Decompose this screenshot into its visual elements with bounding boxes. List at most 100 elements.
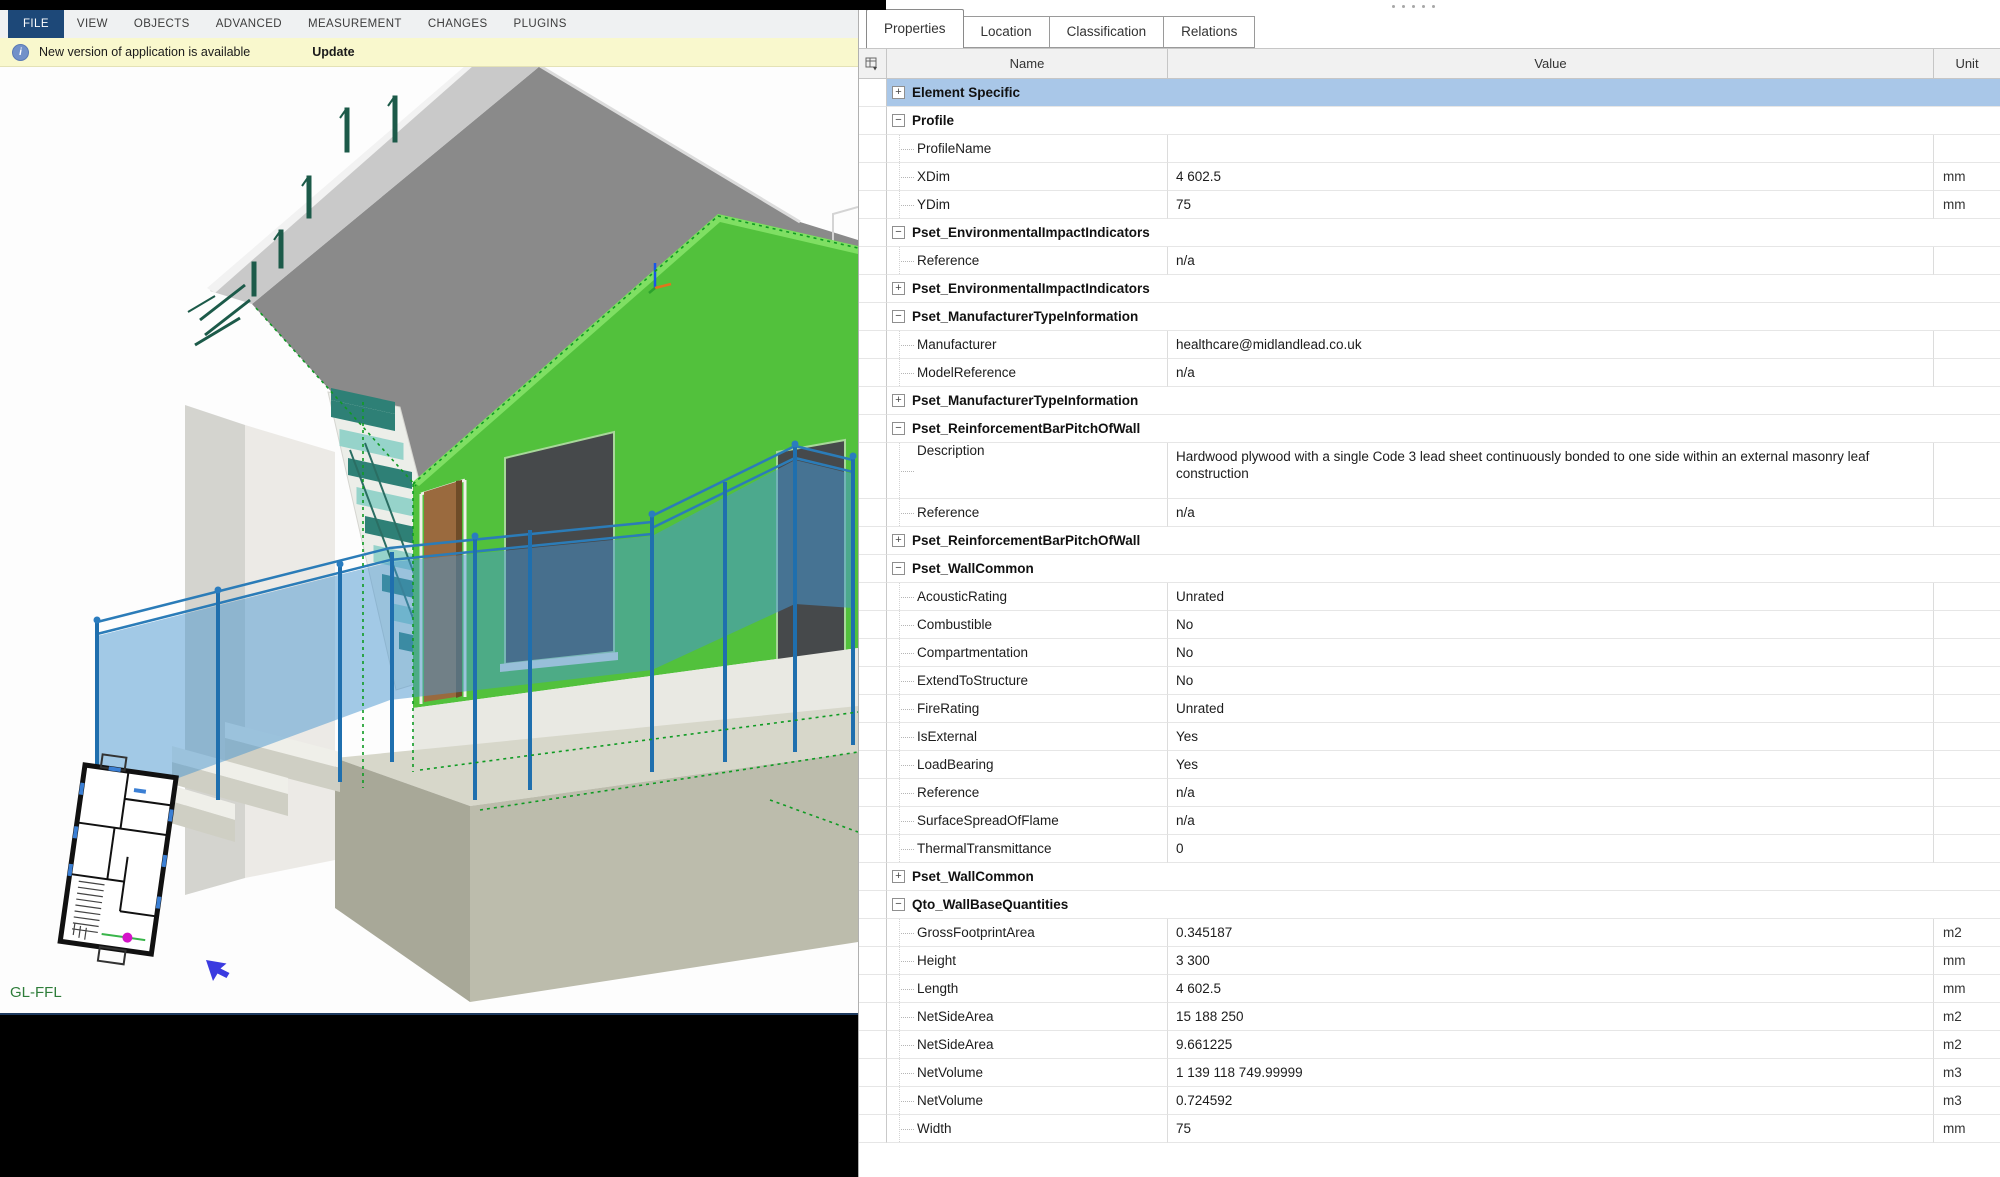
- property-group-row[interactable]: +Pset_ManufacturerTypeInformation: [859, 387, 2000, 415]
- property-name: GrossFootprintArea: [887, 919, 1168, 947]
- property-group-row[interactable]: +Element Specific: [859, 79, 2000, 107]
- menu-item-plugins[interactable]: PLUGINS: [501, 10, 580, 38]
- collapse-icon[interactable]: −: [892, 422, 905, 435]
- property-group-row[interactable]: +Pset_EnvironmentalImpactIndicators: [859, 275, 2000, 303]
- property-row[interactable]: ModelReferencen/a: [859, 359, 2000, 387]
- property-row[interactable]: ExtendToStructureNo: [859, 667, 2000, 695]
- property-row[interactable]: Referencen/a: [859, 779, 2000, 807]
- column-header-name[interactable]: Name: [887, 49, 1168, 78]
- column-header-value[interactable]: Value: [1168, 49, 1934, 78]
- property-value: n/a: [1168, 247, 1934, 275]
- property-name-label: NetSideArea: [917, 1037, 994, 1052]
- property-name: ModelReference: [887, 359, 1168, 387]
- expand-icon[interactable]: +: [892, 86, 905, 99]
- property-unit: m3: [1934, 1087, 2000, 1115]
- property-group-row[interactable]: −Qto_WallBaseQuantities: [859, 891, 2000, 919]
- property-group-row[interactable]: −Pset_ManufacturerTypeInformation: [859, 303, 2000, 331]
- row-selector-cell: [859, 499, 887, 527]
- property-row[interactable]: FireRatingUnrated: [859, 695, 2000, 723]
- property-row[interactable]: Width75mm: [859, 1115, 2000, 1143]
- property-row[interactable]: XDim4 602.5mm: [859, 163, 2000, 191]
- menu-item-changes[interactable]: CHANGES: [415, 10, 501, 38]
- row-selector-cell: [859, 723, 887, 751]
- column-header-unit[interactable]: Unit: [1934, 49, 2000, 78]
- property-name-label: Width: [917, 1121, 952, 1136]
- building-3d-scene[interactable]: [0, 66, 858, 1013]
- property-row[interactable]: SurfaceSpreadOfFlamen/a: [859, 807, 2000, 835]
- model-view-pane: FILEVIEWOBJECTSADVANCEDMEASUREMENTCHANGE…: [0, 0, 858, 1177]
- property-group-row[interactable]: −Pset_WallCommon: [859, 555, 2000, 583]
- expand-icon[interactable]: +: [892, 394, 905, 407]
- property-row[interactable]: GrossFootprintArea0.345187m2: [859, 919, 2000, 947]
- expand-icon[interactable]: +: [892, 534, 905, 547]
- property-row[interactable]: NetSideArea15 188 250m2: [859, 1003, 2000, 1031]
- row-selector-cell: [859, 1003, 887, 1031]
- property-value: 15 188 250: [1168, 1003, 1934, 1031]
- property-row[interactable]: DescriptionHardwood plywood with a singl…: [859, 443, 2000, 499]
- property-row[interactable]: CombustibleNo: [859, 611, 2000, 639]
- collapse-icon[interactable]: −: [892, 310, 905, 323]
- property-row[interactable]: ThermalTransmittance0: [859, 835, 2000, 863]
- menu-item-objects[interactable]: OBJECTS: [121, 10, 203, 38]
- property-row[interactable]: NetVolume0.724592m3: [859, 1087, 2000, 1115]
- property-row[interactable]: Referencen/a: [859, 499, 2000, 527]
- property-row[interactable]: NetSideArea9.661225m2: [859, 1031, 2000, 1059]
- property-name: Compartmentation: [887, 639, 1168, 667]
- tab-classification[interactable]: Classification: [1050, 16, 1165, 48]
- menu-item-view[interactable]: VIEW: [64, 10, 121, 38]
- property-value: 4 602.5: [1168, 163, 1934, 191]
- row-selector-cell: [859, 443, 887, 499]
- row-selector-cell: [859, 135, 887, 163]
- property-name-label: ProfileName: [917, 141, 991, 156]
- group-cell: +Pset_ManufacturerTypeInformation: [887, 387, 2000, 415]
- update-link[interactable]: Update: [312, 45, 354, 59]
- tab-location[interactable]: Location: [964, 16, 1050, 48]
- property-row[interactable]: Height3 300mm: [859, 947, 2000, 975]
- cursor-arrow: [206, 960, 230, 981]
- property-row[interactable]: Length4 602.5mm: [859, 975, 2000, 1003]
- menu-item-file[interactable]: FILE: [8, 10, 64, 38]
- property-group-row[interactable]: −Pset_EnvironmentalImpactIndicators: [859, 219, 2000, 247]
- group-cell: +Pset_WallCommon: [887, 863, 2000, 891]
- row-selector-cell: [859, 247, 887, 275]
- group-label: Pset_ReinforcementBarPitchOfWall: [912, 533, 1140, 548]
- property-value: 0: [1168, 835, 1934, 863]
- property-row[interactable]: ProfileName: [859, 135, 2000, 163]
- collapse-icon[interactable]: −: [892, 114, 905, 127]
- row-selector-cell: [859, 975, 887, 1003]
- property-group-row[interactable]: −Pset_ReinforcementBarPitchOfWall: [859, 415, 2000, 443]
- property-row[interactable]: YDim75mm: [859, 191, 2000, 219]
- property-name: Combustible: [887, 611, 1168, 639]
- viewport-3d[interactable]: GL-FFL: [0, 66, 858, 1013]
- group-label: Pset_ReinforcementBarPitchOfWall: [912, 421, 1140, 436]
- row-selector-cell: [859, 695, 887, 723]
- property-row[interactable]: Manufacturerhealthcare@midlandlead.co.uk: [859, 331, 2000, 359]
- row-selector-cell: [859, 527, 887, 555]
- property-row[interactable]: AcousticRatingUnrated: [859, 583, 2000, 611]
- property-name: Reference: [887, 779, 1168, 807]
- property-group-row[interactable]: −Profile: [859, 107, 2000, 135]
- collapse-icon[interactable]: −: [892, 226, 905, 239]
- property-name: ExtendToStructure: [887, 667, 1168, 695]
- property-row[interactable]: LoadBearingYes: [859, 751, 2000, 779]
- collapse-icon[interactable]: −: [892, 898, 905, 911]
- column-chooser-button[interactable]: [859, 49, 887, 78]
- menu-item-measurement[interactable]: MEASUREMENT: [295, 10, 415, 38]
- collapse-icon[interactable]: −: [892, 562, 905, 575]
- property-row[interactable]: CompartmentationNo: [859, 639, 2000, 667]
- property-group-row[interactable]: + Pset_ReinforcementBarPitchOfWall: [859, 527, 2000, 555]
- expand-icon[interactable]: +: [892, 282, 905, 295]
- property-name: AcousticRating: [887, 583, 1168, 611]
- property-row[interactable]: IsExternalYes: [859, 723, 2000, 751]
- row-selector-cell: [859, 779, 887, 807]
- panel-grip-dots[interactable]: [1392, 5, 1435, 8]
- property-group-row[interactable]: +Pset_WallCommon: [859, 863, 2000, 891]
- tab-relations[interactable]: Relations: [1164, 16, 1255, 48]
- floor-plan-minimap[interactable]: [58, 752, 178, 968]
- property-row[interactable]: NetVolume1 139 118 749.99999m3: [859, 1059, 2000, 1087]
- property-value: Yes: [1168, 751, 1934, 779]
- expand-icon[interactable]: +: [892, 870, 905, 883]
- property-row[interactable]: Referencen/a: [859, 247, 2000, 275]
- menu-item-advanced[interactable]: ADVANCED: [203, 10, 295, 38]
- tab-properties[interactable]: Properties: [866, 9, 964, 48]
